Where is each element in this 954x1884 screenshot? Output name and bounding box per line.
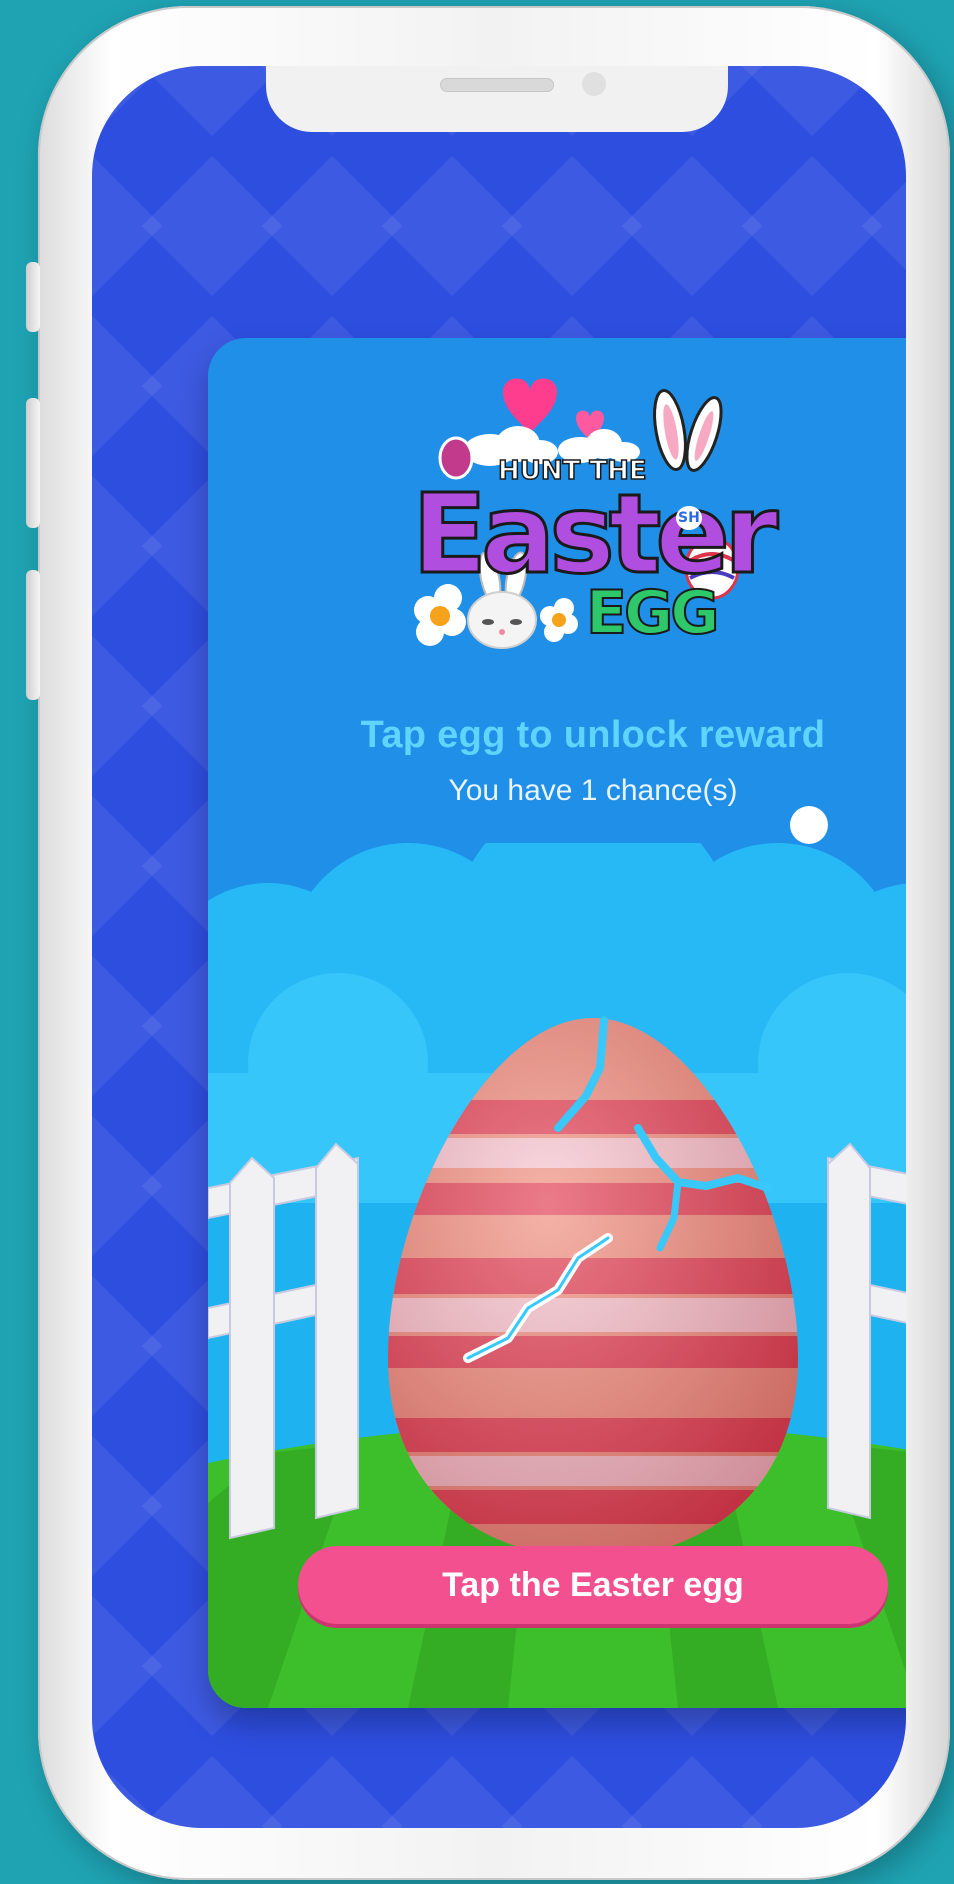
reward-instruction: Tap egg to unlock reward bbox=[360, 714, 826, 756]
phone-notch bbox=[266, 66, 728, 132]
hunt-the-easter-egg-logo: HUNT THE Easter EGG SH bbox=[408, 370, 780, 670]
egg-scene bbox=[208, 1016, 906, 1558]
volume-up-button bbox=[26, 398, 40, 528]
flower-icon bbox=[540, 598, 578, 642]
tap-easter-egg-button[interactable]: Tap the Easter egg bbox=[298, 1546, 888, 1624]
game-card: HUNT THE Easter EGG SH Tap egg to unlock… bbox=[208, 338, 906, 1708]
fence-left bbox=[208, 1142, 359, 1540]
fence-right bbox=[827, 1142, 906, 1520]
logo-badge: SH bbox=[676, 506, 702, 530]
mute-switch bbox=[26, 262, 40, 332]
chances-remaining: You have 1 chance(s) bbox=[448, 774, 738, 807]
bunny-icon bbox=[653, 389, 723, 472]
front-camera bbox=[582, 72, 606, 96]
volume-down-button bbox=[26, 570, 40, 700]
speaker-grille bbox=[440, 78, 554, 92]
logo-egg: EGG bbox=[585, 577, 721, 649]
phone-screen: HUNT THE Easter EGG SH Tap egg to unlock… bbox=[92, 66, 906, 1828]
